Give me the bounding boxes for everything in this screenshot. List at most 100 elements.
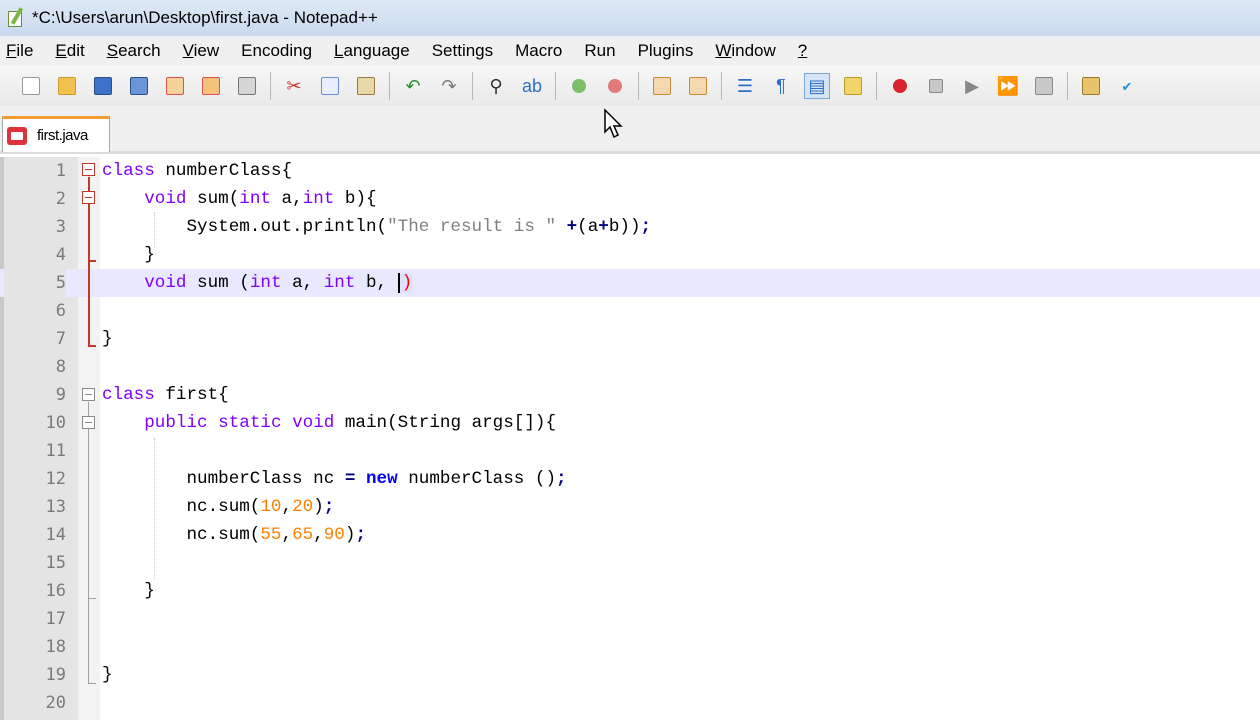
- code-line[interactable]: 7}: [0, 325, 1260, 353]
- zoom-out-icon[interactable]: [602, 73, 628, 99]
- code-line[interactable]: 8: [0, 353, 1260, 381]
- zoom-in-icon[interactable]: [566, 73, 592, 99]
- replace-icon[interactable]: ab: [519, 73, 545, 99]
- close-all-icon[interactable]: [198, 73, 224, 99]
- code-line[interactable]: 1 class numberClass{: [0, 157, 1260, 185]
- code-line[interactable]: 10 public static void main(String args[]…: [0, 409, 1260, 437]
- redo-icon[interactable]: ↷: [436, 73, 462, 99]
- code-line[interactable]: 11: [0, 437, 1260, 465]
- line-number: 10: [45, 413, 66, 433]
- code-line[interactable]: 16 }: [0, 577, 1260, 605]
- line-number: 15: [45, 553, 66, 573]
- toolbar-separator: [638, 72, 639, 100]
- fold-toggle-icon[interactable]: [82, 388, 95, 401]
- code-line[interactable]: 9 class first{: [0, 381, 1260, 409]
- menu-bar: File Edit Search View Encoding Language Settin…: [0, 36, 1260, 66]
- code-line[interactable]: 3 System.out.println("The result is " +(…: [0, 213, 1260, 241]
- playback-macro-icon[interactable]: ▶: [959, 73, 985, 99]
- save-all-icon[interactable]: [126, 73, 152, 99]
- code-line[interactable]: 12 numberClass nc = new numberClass ();: [0, 465, 1260, 493]
- stop-recording-icon[interactable]: [923, 73, 949, 99]
- launch-browser-icon[interactable]: [1078, 73, 1104, 99]
- run-macro-multiple-icon[interactable]: ⏩: [995, 73, 1021, 99]
- new-file-icon[interactable]: [18, 73, 44, 99]
- open-file-icon[interactable]: [54, 73, 80, 99]
- line-text[interactable]: class numberClass{: [102, 157, 292, 185]
- code-line[interactable]: 17: [0, 605, 1260, 633]
- line-text[interactable]: }: [102, 577, 155, 605]
- line-number: 5: [4, 269, 66, 297]
- menu-view[interactable]: View: [183, 41, 220, 61]
- line-text[interactable]: }: [102, 325, 113, 353]
- notepad-plus-plus-icon: [6, 7, 26, 29]
- code-line[interactable]: 14 nc.sum(55,65,90);: [0, 521, 1260, 549]
- sync-horizontal-icon[interactable]: [685, 73, 711, 99]
- fold-toggle-icon[interactable]: [82, 416, 95, 429]
- indent-guide-icon[interactable]: ▤: [804, 73, 830, 99]
- find-icon[interactable]: ⚲: [483, 73, 509, 99]
- save-icon[interactable]: [90, 73, 116, 99]
- unsaved-file-icon: [7, 126, 27, 145]
- save-macro-icon[interactable]: [1031, 73, 1057, 99]
- toolbar-separator: [389, 72, 390, 100]
- menu-search[interactable]: Search: [107, 41, 161, 61]
- line-text[interactable]: }: [102, 661, 113, 689]
- paste-icon[interactable]: [353, 73, 379, 99]
- indent-guide: [154, 212, 155, 248]
- code-line[interactable]: 18: [0, 633, 1260, 661]
- close-icon[interactable]: [162, 73, 188, 99]
- code-line[interactable]: 4 }: [0, 241, 1260, 269]
- menu-edit[interactable]: Edit: [55, 41, 84, 61]
- menu-encoding[interactable]: Encoding: [241, 41, 312, 61]
- fold-end: [88, 260, 96, 262]
- print-icon[interactable]: [234, 73, 260, 99]
- code-line[interactable]: 13 nc.sum(10,20);: [0, 493, 1260, 521]
- line-text[interactable]: System.out.println("The result is " +(a+…: [102, 213, 651, 241]
- code-line[interactable]: 20: [0, 689, 1260, 717]
- sync-vertical-icon[interactable]: [649, 73, 675, 99]
- line-text[interactable]: void sum(int a,int b){: [102, 185, 376, 213]
- spell-check-icon[interactable]: ✔: [1114, 73, 1140, 99]
- menu-help[interactable]: ?: [798, 41, 807, 61]
- menu-plugins[interactable]: Plugins: [638, 41, 694, 61]
- menu-language[interactable]: Language: [334, 41, 410, 61]
- record-macro-icon[interactable]: [887, 73, 913, 99]
- code-line[interactable]: 5 void sum (int a, int b, ): [0, 269, 1260, 297]
- menu-settings[interactable]: Settings: [432, 41, 493, 61]
- line-text[interactable]: }: [102, 241, 155, 269]
- word-wrap-icon[interactable]: ☰: [732, 73, 758, 99]
- code-line[interactable]: 15: [0, 549, 1260, 577]
- line-text[interactable]: void sum (int a, int b, ): [102, 269, 413, 297]
- menu-file[interactable]: File: [6, 41, 33, 61]
- menu-macro[interactable]: Macro: [515, 41, 562, 61]
- fold-end: [88, 598, 96, 599]
- tab-first-java[interactable]: first.java: [2, 116, 110, 152]
- line-number: 1: [55, 161, 66, 181]
- line-text[interactable]: numberClass nc = new numberClass ();: [102, 465, 566, 493]
- document-map-icon[interactable]: [840, 73, 866, 99]
- line-text[interactable]: nc.sum(10,20);: [102, 493, 334, 521]
- menu-window[interactable]: Window: [715, 41, 775, 61]
- line-text[interactable]: nc.sum(55,65,90);: [102, 521, 366, 549]
- line-text[interactable]: class first{: [102, 381, 229, 409]
- cut-icon[interactable]: ✂: [281, 73, 307, 99]
- fold-end: [88, 683, 96, 684]
- toolbar-separator: [270, 72, 271, 100]
- toolbar-separator: [876, 72, 877, 100]
- fold-toggle-icon[interactable]: [82, 191, 95, 204]
- line-number: 12: [45, 469, 66, 489]
- line-text[interactable]: public static void main(String args[]){: [102, 409, 556, 437]
- title-bar: *C:\Users\arun\Desktop\first.java - Note…: [0, 0, 1260, 36]
- code-line[interactable]: 6: [0, 297, 1260, 325]
- fold-toggle-icon[interactable]: [82, 163, 95, 176]
- line-number: 20: [45, 693, 66, 713]
- line-number: 3: [55, 217, 66, 237]
- menu-run[interactable]: Run: [584, 41, 615, 61]
- toolbar-separator: [721, 72, 722, 100]
- toolbar-separator: [1067, 72, 1068, 100]
- code-line[interactable]: 19}: [0, 661, 1260, 689]
- undo-icon[interactable]: ↶: [400, 73, 426, 99]
- show-all-characters-icon[interactable]: ¶: [768, 73, 794, 99]
- code-line[interactable]: 2 void sum(int a,int b){: [0, 185, 1260, 213]
- copy-icon[interactable]: [317, 73, 343, 99]
